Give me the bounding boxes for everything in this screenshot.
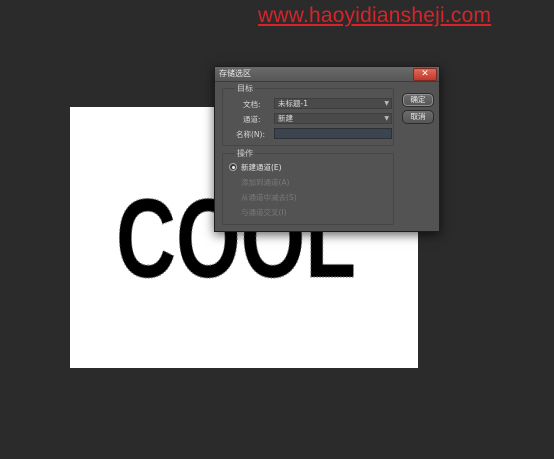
channel-label: 通道: [243,115,261,124]
document-select[interactable]: 未标题-1 ▼ [274,98,392,109]
dialog-titlebar[interactable]: 存储选区 ✕ [215,67,439,82]
option-subtract-from-channel-label: 从通道中减去(S) [241,193,297,202]
ok-button[interactable]: 确定 [402,93,434,107]
close-button[interactable]: ✕ [413,68,437,81]
target-group-label: 目标 [235,83,255,94]
option-new-channel-label: 新建通道(E) [241,163,282,172]
dialog-title: 存储选区 [219,69,251,78]
save-selection-dialog: 存储选区 ✕ 目标 文档: 未标题-1 ▼ 通道: 新建 ▼ 名称(N): 操作… [214,66,440,232]
cancel-button[interactable]: 取消 [402,110,434,124]
name-input[interactable] [274,128,392,139]
operation-group: 操作 新建通道(E) 添加到通道(A) 从通道中减去(S) 与通道交叉(I) [222,148,394,225]
option-add-to-channel-label: 添加到通道(A) [241,178,290,187]
watermark-url: www.haoyidiansheji.com [258,4,492,27]
channel-select-value: 新建 [278,114,293,123]
chevron-down-icon: ▼ [384,100,389,107]
chevron-down-icon: ▼ [384,115,389,122]
radio-new-channel[interactable] [229,163,237,171]
target-group: 目标 文档: 未标题-1 ▼ 通道: 新建 ▼ 名称(N): [222,83,394,146]
channel-select[interactable]: 新建 ▼ [274,113,392,124]
document-select-value: 未标题-1 [278,99,308,108]
document-label: 文档: [243,100,261,109]
option-intersect-channel-label: 与通道交叉(I) [241,208,287,217]
name-label: 名称(N): [236,130,265,139]
operation-group-label: 操作 [235,148,255,159]
